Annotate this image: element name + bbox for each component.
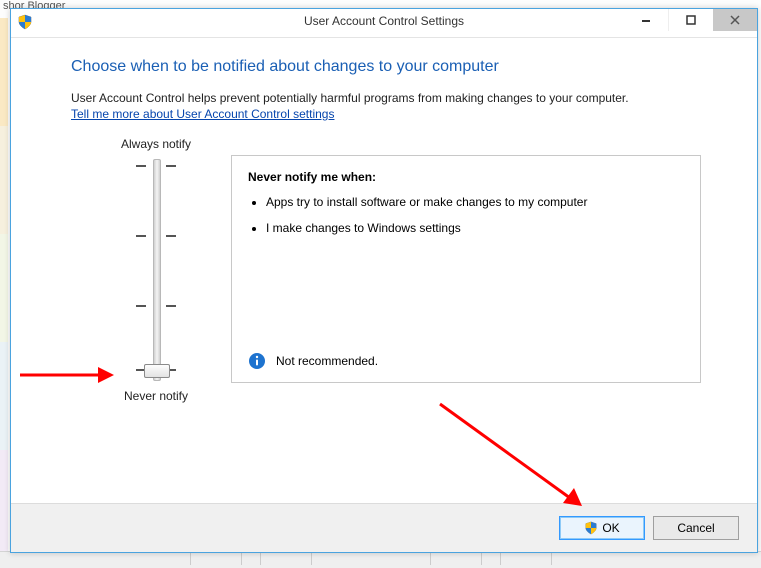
slider-thumb[interactable] — [144, 364, 170, 378]
uac-slider[interactable] — [71, 159, 241, 379]
minimize-icon — [641, 15, 651, 25]
minimize-button[interactable] — [624, 9, 669, 31]
page-heading: Choose when to be notified about changes… — [71, 58, 709, 76]
cancel-button[interactable]: Cancel — [653, 516, 739, 540]
slider-tick — [136, 165, 176, 167]
info-panel-title: Never notify me when: — [248, 170, 684, 184]
page-description: User Account Control helps prevent poten… — [71, 90, 709, 107]
info-bullet: Apps try to install software or make cha… — [266, 194, 684, 210]
maximize-button[interactable] — [669, 9, 713, 31]
background-stripe — [0, 18, 8, 558]
slider-tick — [136, 305, 176, 307]
slider-label-top: Always notify — [71, 137, 241, 151]
slider-column: Always notify Never notify — [71, 137, 241, 403]
slider-tick — [136, 235, 176, 237]
uac-shield-icon — [584, 521, 598, 535]
ok-button-label: OK — [602, 521, 619, 535]
titlebar[interactable]: User Account Control Settings — [11, 9, 757, 38]
close-button[interactable] — [713, 9, 757, 31]
close-icon — [730, 15, 740, 25]
info-icon — [248, 352, 266, 370]
ok-button[interactable]: OK — [559, 516, 645, 540]
info-panel: Never notify me when: Apps try to instal… — [231, 155, 701, 383]
slider-track — [153, 159, 161, 381]
info-panel-list: Apps try to install software or make cha… — [266, 194, 684, 236]
help-link[interactable]: Tell me more about User Account Control … — [71, 107, 334, 121]
background-taskbar — [0, 551, 761, 568]
window-controls — [624, 9, 757, 31]
button-row: OK Cancel — [11, 503, 757, 552]
body-row: Always notify Never notify Never notify … — [71, 137, 709, 447]
cancel-button-label: Cancel — [677, 521, 714, 535]
slider-label-bottom: Never notify — [71, 389, 241, 403]
info-panel-footer: Not recommended. — [248, 352, 378, 370]
uac-window: User Account Control Settings Choose whe… — [10, 8, 758, 553]
info-bullet: I make changes to Windows settings — [266, 220, 684, 236]
content-area: Choose when to be notified about changes… — [11, 38, 757, 505]
info-footer-text: Not recommended. — [276, 354, 378, 368]
maximize-icon — [686, 15, 696, 25]
